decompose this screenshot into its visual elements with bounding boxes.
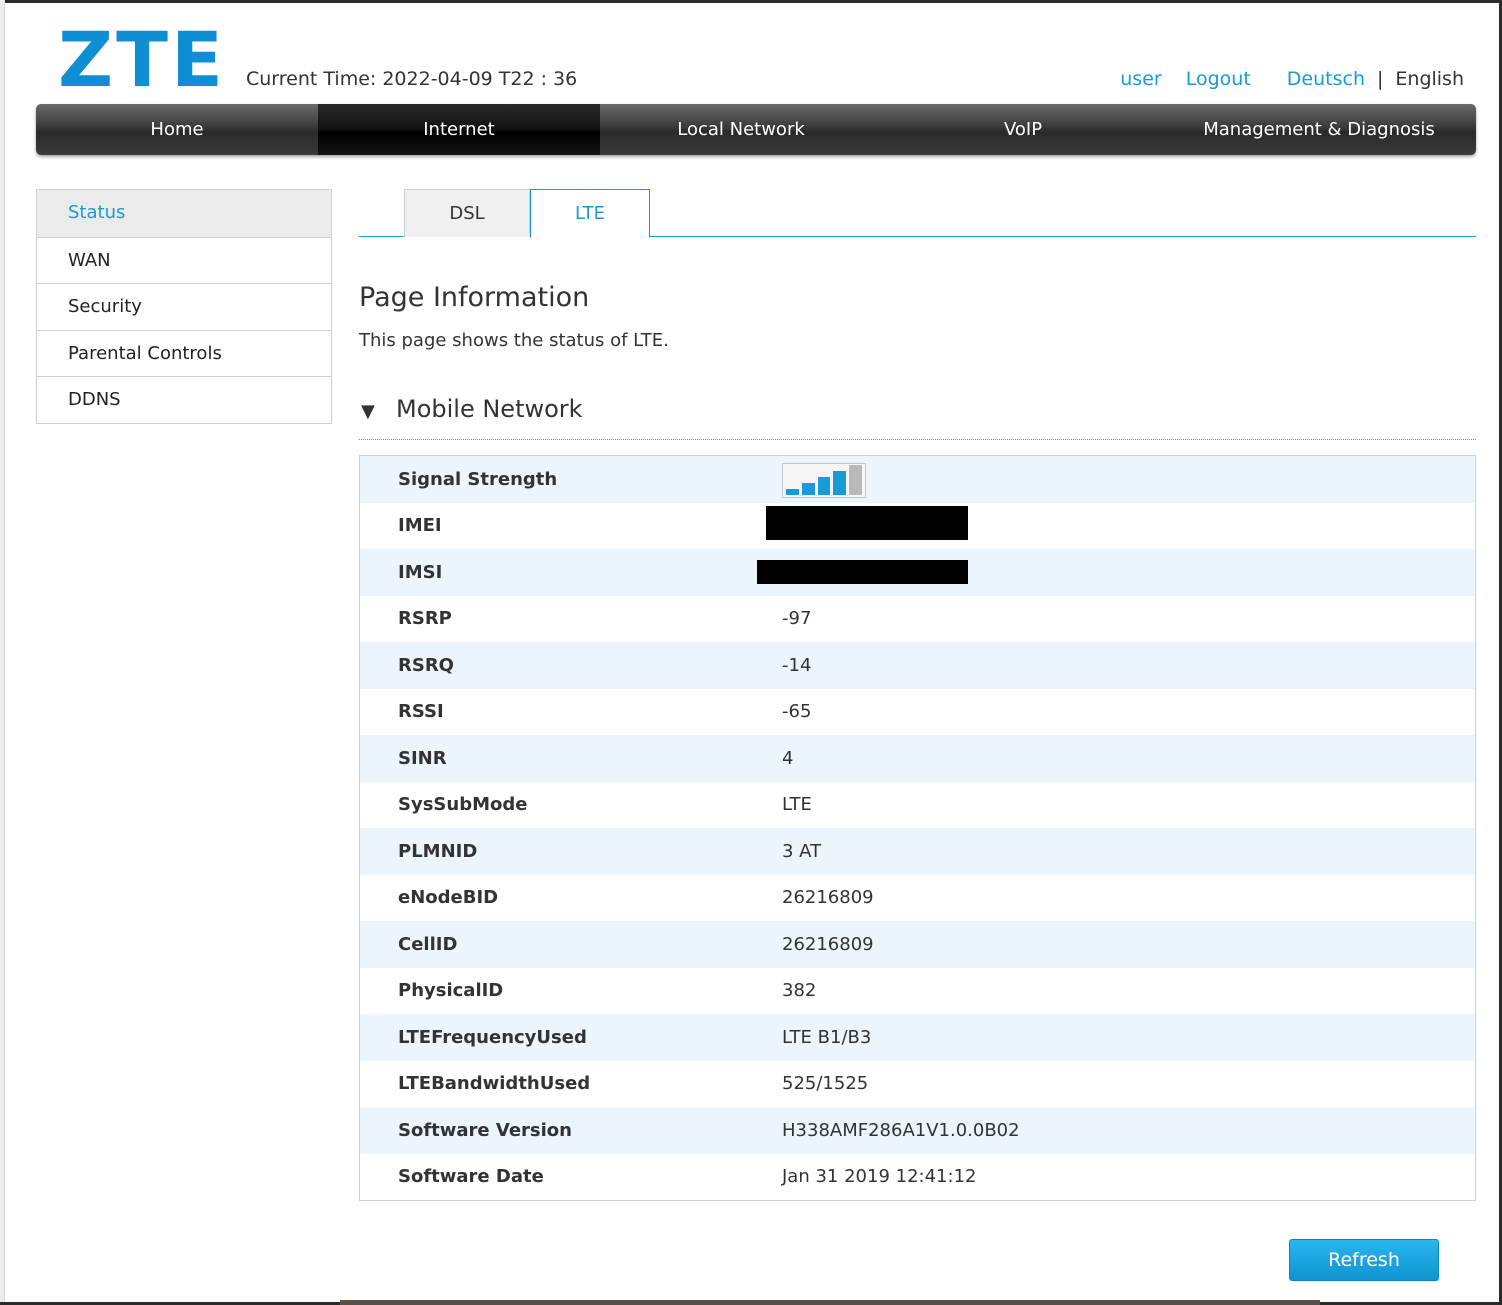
zte-logo: ZTE (58, 15, 226, 104)
sidebar-item-wan[interactable]: WAN (37, 236, 331, 284)
tab-bar: DSL LTE (359, 189, 1476, 238)
row-label: RSRQ (398, 654, 454, 676)
sidebar: Status WAN Security Parental Controls DD… (36, 189, 332, 424)
table-row: LTEFrequencyUsed LTE B1/B3 (360, 1014, 1475, 1061)
row-value: -65 (782, 701, 812, 723)
window-frame-top (0, 0, 1502, 3)
row-label: Software Version (398, 1119, 572, 1141)
row-label: IMSI (398, 561, 443, 583)
table-row: CellID 26216809 (360, 921, 1475, 968)
table-row: eNodeBID 26216809 (360, 874, 1475, 921)
sidebar-item-status[interactable]: Status (37, 190, 331, 237)
sidebar-item-security[interactable]: Security (37, 283, 331, 330)
redaction-box (757, 560, 968, 584)
current-time: Current Time: 2022-04-09 T22 : 36 (246, 68, 578, 90)
table-row: RSRQ -14 (360, 642, 1475, 689)
nav-local-network[interactable]: Local Network (600, 104, 882, 155)
row-value: LTE (782, 794, 812, 816)
row-label: eNodeBID (398, 887, 499, 909)
signal-bar (817, 477, 831, 495)
row-value: -14 (782, 654, 812, 676)
page-description: This page shows the status of LTE. (359, 330, 669, 351)
header-links: user Logout Deutsch | English (1120, 68, 1464, 90)
table-row: PLMNID 3 AT (360, 828, 1475, 875)
table-row: Software Version H338AMF286A1V1.0.0B02 (360, 1107, 1475, 1154)
table-row: LTEBandwidthUsed 525/1525 (360, 1060, 1475, 1107)
row-label: RSRP (398, 608, 452, 630)
section-title: Mobile Network (396, 395, 583, 423)
row-value: LTE B1/B3 (782, 1026, 872, 1048)
signal-bar (833, 471, 847, 495)
table-row: RSSI -65 (360, 688, 1475, 735)
row-value: 3 AT (782, 840, 822, 862)
row-value: 26216809 (782, 887, 874, 909)
table-row: Signal Strength (360, 456, 1475, 503)
nav-home[interactable]: Home (36, 104, 318, 155)
row-value: Jan 31 2019 12:41:12 (782, 1166, 977, 1188)
row-value: 382 (782, 980, 817, 1002)
window-frame-left (0, 0, 5, 1305)
nav-internet[interactable]: Internet (318, 104, 600, 155)
row-label: SysSubMode (398, 794, 528, 816)
row-value: H338AMF286A1V1.0.0B02 (782, 1119, 1020, 1141)
collapse-triangle-icon[interactable]: ▼ (361, 401, 375, 422)
row-label: Software Date (398, 1166, 544, 1188)
table-row: Software Date Jan 31 2019 12:41:12 (360, 1153, 1475, 1200)
row-label: PLMNID (398, 840, 478, 862)
main-nav: Home Internet Local Network VoIP Managem… (36, 104, 1476, 155)
logout-link[interactable]: Logout (1186, 68, 1251, 90)
row-value: 4 (782, 747, 794, 769)
row-label: PhysicalID (398, 980, 504, 1002)
row-value: 525/1525 (782, 1073, 869, 1095)
nav-voip[interactable]: VoIP (882, 104, 1164, 155)
row-label: LTEBandwidthUsed (398, 1073, 591, 1095)
table-row: IMSI (360, 549, 1475, 596)
table-row: SysSubMode LTE (360, 781, 1475, 828)
signal-bar (786, 489, 799, 495)
signal-bar (801, 483, 815, 495)
row-label: CellID (398, 933, 458, 955)
table-row: RSRP -97 (360, 595, 1475, 642)
lang-deutsch-link[interactable]: Deutsch (1287, 68, 1365, 90)
tab-dsl[interactable]: DSL (404, 189, 530, 237)
sidebar-item-parental-controls[interactable]: Parental Controls (37, 329, 331, 377)
table-row: SINR 4 (360, 735, 1475, 782)
signal-bar (849, 465, 862, 495)
row-label: Signal Strength (398, 468, 558, 490)
row-label: SINR (398, 747, 447, 769)
signal-strength-icon (782, 463, 866, 498)
row-value: 26216809 (782, 933, 874, 955)
refresh-button[interactable]: Refresh (1289, 1239, 1439, 1281)
sidebar-item-ddns[interactable]: DDNS (37, 376, 331, 423)
user-link[interactable]: user (1120, 68, 1161, 90)
tab-lte[interactable]: LTE (530, 189, 650, 238)
section-mobile-network-header[interactable]: ▼ Mobile Network (359, 395, 1476, 440)
lang-english-current: English (1395, 68, 1464, 90)
taskbar-strip (340, 1300, 1320, 1305)
table-row: IMEI (360, 502, 1475, 549)
row-value: -97 (782, 608, 812, 630)
page-title: Page Information (359, 282, 590, 313)
nav-management-diagnosis[interactable]: Management & Diagnosis (1164, 104, 1474, 155)
row-label: RSSI (398, 701, 444, 723)
table-row: PhysicalID 382 (360, 967, 1475, 1014)
row-label: LTEFrequencyUsed (398, 1026, 587, 1048)
row-label: IMEI (398, 515, 442, 537)
lang-separator: | (1376, 68, 1384, 90)
mobile-network-table: Signal Strength IMEI IMSI RSRP -97 RSRQ … (359, 455, 1476, 1201)
redaction-box (766, 505, 968, 540)
